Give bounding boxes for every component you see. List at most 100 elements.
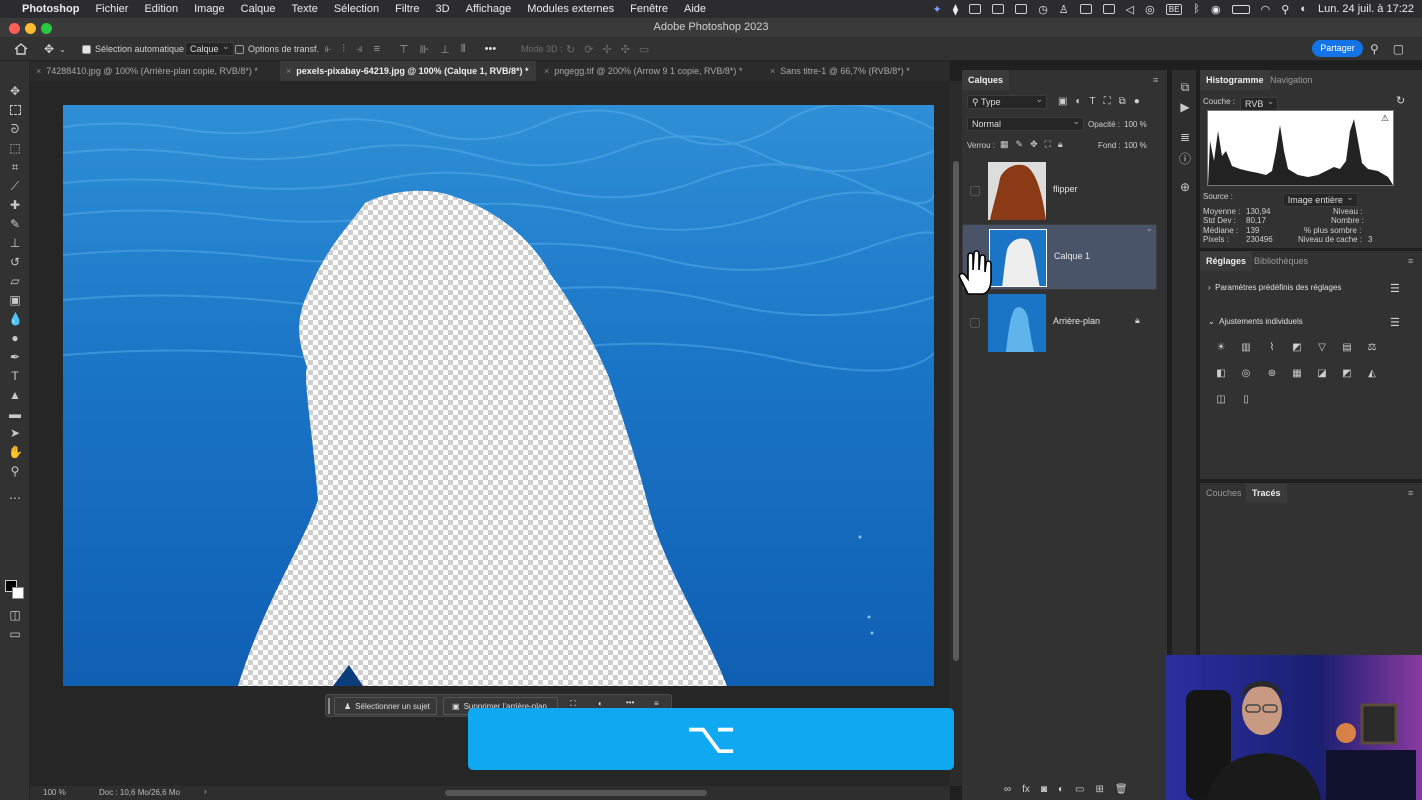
search-icon[interactable]: ⚲	[1281, 3, 1289, 16]
lock-pixels-icon[interactable]: ✎	[1016, 139, 1024, 150]
camera-3d-icon[interactable]: ▭	[639, 43, 649, 56]
menu-fichier[interactable]: Fichier	[95, 3, 128, 15]
grid-icon[interactable]	[1079, 4, 1092, 14]
stamp-tool-icon[interactable]: ⊥	[8, 236, 22, 250]
menu-image[interactable]: Image	[194, 3, 225, 15]
close-tab-icon[interactable]: ×	[770, 66, 775, 76]
brush-tool-icon[interactable]: ✎	[8, 217, 22, 231]
clipboard-icon[interactable]	[1015, 4, 1028, 14]
menu-affichage[interactable]: Affichage	[466, 3, 512, 15]
menu-modules[interactable]: Modules externes	[527, 3, 614, 15]
new-adjustment-icon[interactable]: ◐	[1058, 784, 1064, 795]
more-icon[interactable]: •••	[485, 43, 497, 55]
tab-doc-1[interactable]: × 74288410.jpg @ 100% (Arrière-plan copie…	[30, 61, 278, 81]
document-canvas[interactable]	[63, 105, 934, 686]
path-select2-icon[interactable]: ➤	[8, 426, 22, 440]
filter-shape-icon[interactable]: ⛶	[1104, 96, 1111, 107]
gradient-map-icon[interactable]: ◫	[1215, 395, 1227, 405]
transform-controls-checkbox[interactable]	[235, 44, 244, 54]
orbit-icon[interactable]: ↻	[566, 43, 575, 56]
zoom-level[interactable]: 100 %	[43, 788, 66, 797]
menu-app[interactable]: Photoshop	[22, 3, 79, 15]
info-icon[interactable]: ⓘ	[1178, 152, 1192, 166]
move-tool-icon[interactable]: ✥ ⌄	[44, 37, 66, 61]
background-color-swatch[interactable]	[12, 587, 24, 599]
filter-adjust-icon[interactable]: ◐	[1075, 96, 1081, 107]
threshold-icon[interactable]: ◭	[1366, 369, 1378, 379]
add-mask-icon[interactable]: ◙	[1041, 784, 1047, 795]
channel-mixer-icon[interactable]: ⊛	[1266, 369, 1278, 379]
align-right-icon[interactable]: ⫣	[356, 43, 363, 56]
menu-3d[interactable]: 3D	[436, 3, 450, 15]
list-icon[interactable]: ☰	[1390, 282, 1400, 295]
settings-icon[interactable]: ≡	[654, 699, 659, 708]
curves-icon[interactable]: ⌇	[1266, 343, 1278, 353]
zoom-tool-icon[interactable]: ⚲	[8, 464, 22, 478]
gradient-tool-icon[interactable]: ▣	[8, 293, 22, 307]
shape-tool-icon[interactable]: ▬	[8, 407, 22, 421]
color-lookup-icon[interactable]: ▦	[1291, 369, 1303, 379]
close-window-button[interactable]	[9, 23, 20, 34]
close-tab-icon[interactable]: ×	[36, 66, 41, 76]
canvas-vertical-scrollbar[interactable]	[950, 81, 962, 786]
crop-tool-icon[interactable]: ⌗	[8, 160, 22, 174]
fx-icon[interactable]: fx	[1022, 784, 1030, 795]
brightness-icon[interactable]: ☀	[1215, 343, 1227, 353]
lock-position-icon[interactable]: ✥	[1030, 139, 1038, 150]
airdrop-icon[interactable]: ◎	[1145, 3, 1155, 16]
align-top-icon[interactable]: ⊤	[399, 43, 409, 56]
channel-dropdown[interactable]: RVB	[1240, 97, 1279, 111]
properties-icon[interactable]: ≣	[1178, 130, 1192, 144]
color-balance-icon[interactable]: ⚖	[1366, 343, 1378, 353]
visibility-toggle[interactable]	[970, 186, 980, 196]
path-select-tool-icon[interactable]: ▲	[8, 388, 22, 402]
filter-toggle-icon[interactable]: ●	[1134, 96, 1140, 107]
panel-menu-icon[interactable]: ≡	[1153, 75, 1158, 85]
clock-text[interactable]: Lun. 24 juil. à 17:22	[1318, 3, 1414, 15]
layer-filter-dropdown[interactable]: ⚲ Type	[967, 94, 1047, 109]
select-subject-button[interactable]: ♟ Sélectionner un sujet	[334, 697, 437, 715]
horizontal-scrollbar[interactable]	[445, 790, 707, 796]
input-source[interactable]: BE	[1165, 3, 1183, 15]
tab-calques[interactable]: Calques	[962, 70, 1010, 90]
posterize-icon[interactable]: ◩	[1341, 369, 1353, 379]
delete-layer-icon[interactable]: 🗑︎	[1115, 784, 1128, 795]
layer-name[interactable]: flipper	[1053, 184, 1078, 194]
blend-mode-dropdown[interactable]: Normal	[967, 116, 1084, 131]
tab-histogramme[interactable]: Histogramme	[1200, 70, 1270, 90]
distribute-icon[interactable]: ≡	[374, 43, 380, 55]
drag-handle[interactable]	[328, 698, 330, 714]
photo-filter-icon[interactable]: ◎	[1240, 369, 1252, 379]
menu-calque[interactable]: Calque	[241, 3, 276, 15]
object-select-tool-icon[interactable]: ⬚	[8, 141, 22, 155]
tab-doc-3[interactable]: × pngegg.tif @ 200% (Arrow 9 1 copie, RVB…	[538, 61, 762, 81]
exposure-icon[interactable]: ◩	[1291, 343, 1303, 353]
warning-icon[interactable]: ⚠	[1381, 113, 1389, 124]
share-button[interactable]: Partager	[1312, 40, 1363, 57]
layer-row-arriere-plan[interactable]: Arrière-plan 🔒︎	[962, 290, 1157, 356]
more-tools-icon[interactable]: ⋯	[8, 491, 22, 505]
layer-row-flipper[interactable]: flipper	[962, 158, 1157, 224]
status-arrow-icon[interactable]: ›	[204, 787, 207, 796]
menu-filtre[interactable]: Filtre	[395, 3, 419, 15]
menu-texte[interactable]: Texte	[292, 3, 318, 15]
opacity-value[interactable]: 100 %	[1124, 120, 1147, 129]
workspace-icon[interactable]: ▢	[1393, 42, 1404, 56]
marquee-tool-icon[interactable]	[8, 103, 22, 117]
vibrance-icon[interactable]: ▽	[1316, 343, 1328, 353]
volume-icon[interactable]: ◁	[1126, 3, 1134, 16]
tab-reglages[interactable]: Réglages	[1200, 251, 1253, 271]
link-layers-icon[interactable]: ∞	[1004, 784, 1011, 795]
black-white-icon[interactable]: ◧	[1215, 369, 1227, 379]
clock-icon[interactable]: ◷	[1038, 3, 1048, 16]
menu-aide[interactable]: Aide	[684, 3, 706, 15]
align-bottom-icon[interactable]: ⊥	[440, 43, 450, 56]
play-icon[interactable]: ◉	[1211, 3, 1221, 16]
screen-mode-icon[interactable]: ▭	[8, 627, 22, 641]
presets-row[interactable]: › Paramètres prédéfinis des réglages	[1208, 283, 1341, 292]
tab-doc-2[interactable]: × pexels-pixabay-64219.jpg @ 100% (Calque…	[280, 61, 536, 81]
pen-tool-icon[interactable]: ✒	[8, 350, 22, 364]
wifi-icon[interactable]: ◠	[1261, 3, 1271, 16]
eraser-tool-icon[interactable]: ▱	[8, 274, 22, 288]
menu-edition[interactable]: Edition	[144, 3, 178, 15]
